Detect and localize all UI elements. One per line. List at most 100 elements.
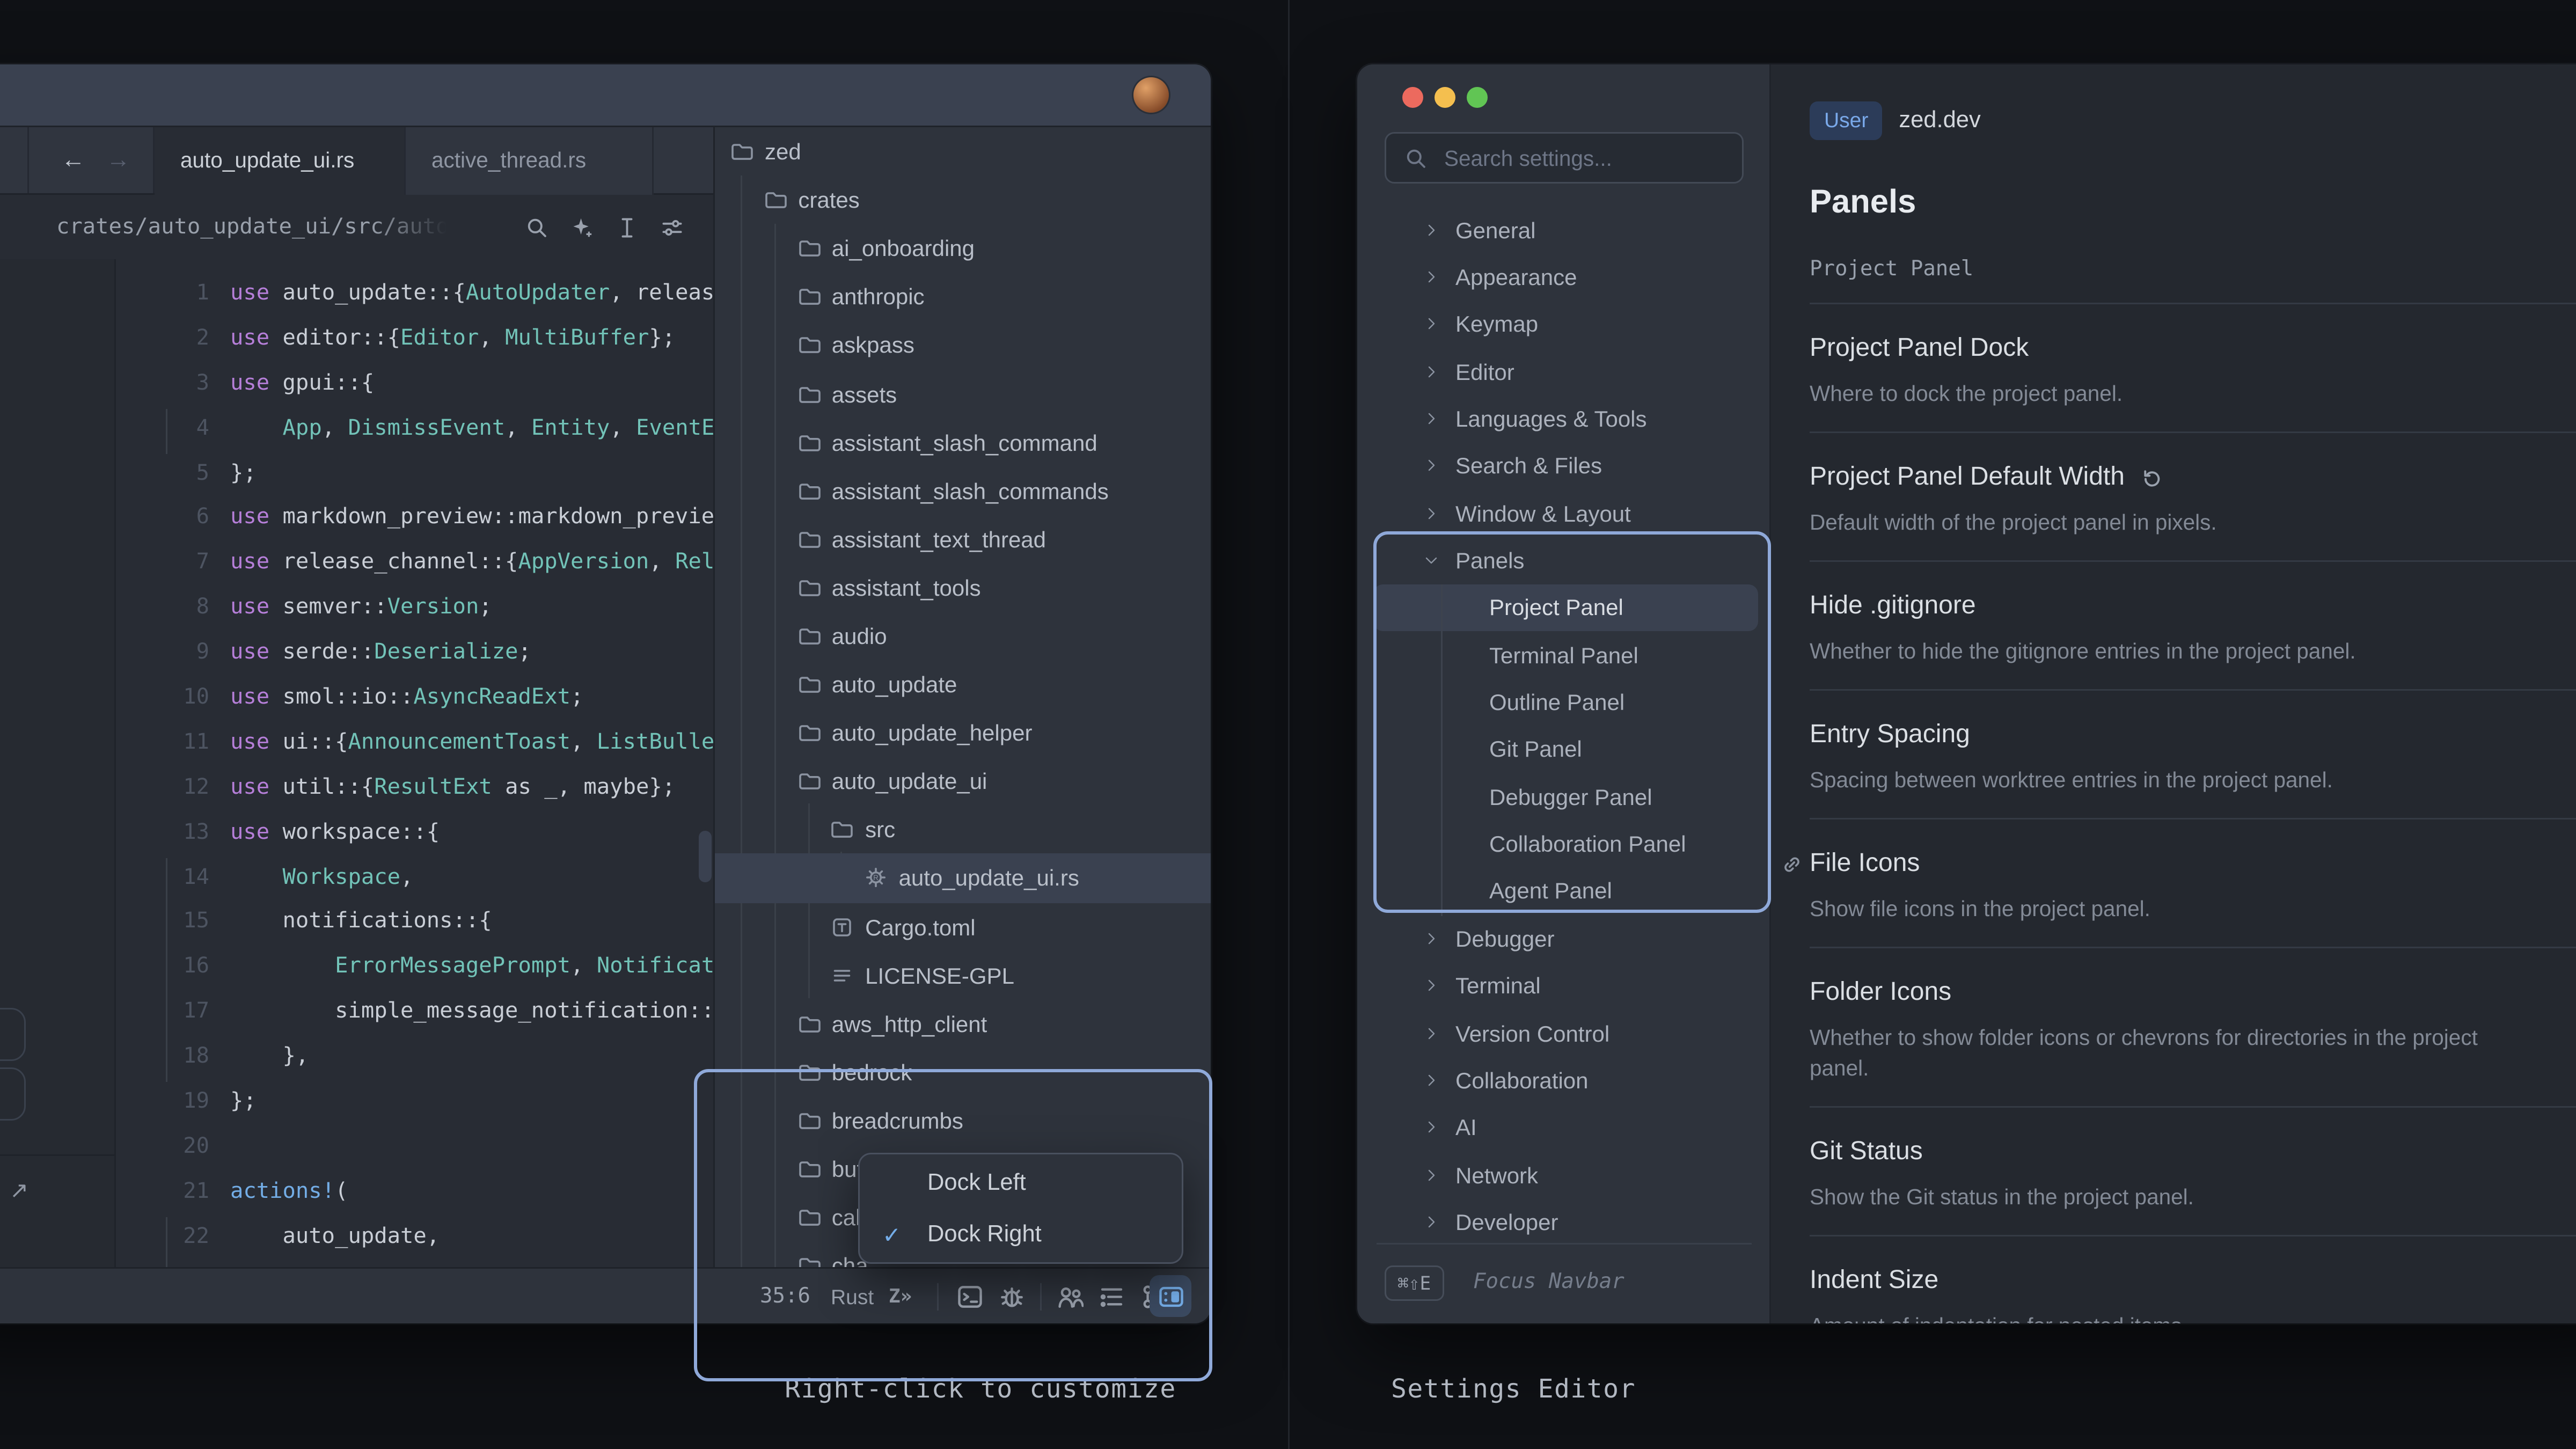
tree-item-anthropic[interactable]: anthropic [715, 273, 1211, 321]
nav-item-debugger[interactable]: Debugger [1357, 914, 1771, 962]
tree-item-assistant-text-thread[interactable]: assistant_text_thread [715, 515, 1211, 563]
project-panel-toggle[interactable] [1150, 1275, 1191, 1317]
editor-titlebar [0, 64, 1211, 127]
tree-item-aws-http-client[interactable]: aws_http_client [715, 999, 1211, 1048]
nav-item-agent-panel[interactable]: Agent Panel [1357, 867, 1771, 914]
chevron-right-icon [1425, 318, 1438, 331]
editor-tab[interactable]: auto_update_ui.rs [155, 127, 406, 195]
scope-value: zed.dev [1899, 108, 1980, 134]
nav-forward-icon[interactable]: → [106, 127, 130, 193]
nav-item-version-control[interactable]: Version Control [1357, 1009, 1771, 1057]
tree-item-license-gpl[interactable]: LICENSE-GPL [715, 951, 1211, 999]
edit-prediction-icon[interactable]: Z» [889, 1269, 912, 1323]
nav-item-terminal[interactable]: Terminal [1357, 962, 1771, 1009]
tree-item-label: assistant_slash_command [832, 429, 1097, 455]
zoom-button[interactable] [1466, 86, 1487, 107]
tree-item-assistant-slash-commands[interactable]: assistant_slash_commands [715, 466, 1211, 515]
filters-icon[interactable] [660, 215, 684, 239]
nav-item-label: Debugger [1455, 925, 1555, 951]
nav-item-collaboration[interactable]: Collaboration [1357, 1057, 1771, 1104]
nav-item-editor[interactable]: Editor [1357, 348, 1771, 395]
scope-badge[interactable]: User [1810, 101, 1883, 140]
folder-icon [798, 384, 821, 404]
tree-item-askpass[interactable]: askpass [715, 321, 1211, 369]
nav-item-terminal-panel[interactable]: Terminal Panel [1357, 631, 1771, 678]
divider [1040, 1283, 1042, 1311]
nav-item-label: Terminal [1455, 973, 1541, 999]
tree-item-auto-update-helper[interactable]: auto_update_helper [715, 708, 1211, 757]
tree-item-cargo-toml[interactable]: Cargo.toml [715, 903, 1211, 951]
bug-icon[interactable] [998, 1283, 1026, 1311]
search-input[interactable] [1441, 134, 1731, 182]
code-editor[interactable]: 1use auto_update::{AutoUpdater, release2… [116, 259, 713, 1267]
breadcrumb[interactable]: crates/auto_update_ui/src/auto [56, 195, 459, 259]
nav-item-project-panel[interactable]: Project Panel [1357, 584, 1771, 631]
editor-tab[interactable]: active_thread.rs [406, 127, 654, 195]
tree-item-auto-update[interactable]: auto_update [715, 660, 1211, 708]
link-icon[interactable] [1781, 853, 1803, 876]
nav-item-label: Collaboration Panel [1489, 831, 1686, 857]
nav-item-debugger-panel[interactable]: Debugger Panel [1357, 773, 1771, 820]
editor-body: ‥ ← → auto_update_ui.rsactive_thread.rs … [0, 127, 1211, 1267]
nav-item-ai[interactable]: AI [1357, 1104, 1771, 1151]
nav-item-window-layout[interactable]: Window & Layout [1357, 489, 1771, 537]
nav-item-label: AI [1455, 1115, 1477, 1140]
chevron-right-icon [1425, 459, 1438, 472]
tree-item-bedrock[interactable]: bedrock [715, 1048, 1211, 1096]
nav-item-developer[interactable]: Developer [1357, 1198, 1771, 1246]
nav-back-icon[interactable]: ← [61, 127, 85, 193]
tree-item-label: askpass [832, 332, 914, 358]
close-button[interactable] [1402, 86, 1423, 107]
nav-item-panels[interactable]: Panels [1357, 537, 1771, 584]
menu-item-dock-right[interactable]: ✓Dock Right [860, 1209, 1182, 1261]
indent-guide [165, 1217, 167, 1267]
outline-icon[interactable] [1098, 1283, 1125, 1311]
tab-overflow-button[interactable]: ‥ [0, 127, 29, 193]
code-line: 23 [ [116, 1260, 713, 1267]
nav-item-collaboration-panel[interactable]: Collaboration Panel [1357, 820, 1771, 867]
minimize-button[interactable] [1434, 86, 1455, 107]
collab-icon[interactable] [1056, 1283, 1084, 1311]
chevron-right-icon [1425, 932, 1438, 945]
reset-icon[interactable] [2139, 466, 2163, 491]
nav-item-network[interactable]: Network [1357, 1151, 1771, 1198]
search-icon [1404, 147, 1428, 171]
menu-item-dock-left[interactable]: Dock Left [860, 1158, 1182, 1209]
nav-item-label: Network [1455, 1162, 1538, 1188]
tree-item-ai-onboarding[interactable]: ai_onboarding [715, 224, 1211, 273]
tree-item-auto-update-ui[interactable]: auto_update_ui [715, 757, 1211, 806]
settings-sidebar: GeneralAppearanceKeymapEditorLanguages &… [1357, 64, 1771, 1323]
text-file-icon [831, 964, 854, 986]
folder-icon [731, 142, 753, 161]
nav-item-search-files[interactable]: Search & Files [1357, 442, 1771, 489]
focus-navbar-label: Focus Navbar [1473, 1265, 1624, 1301]
nav-item-outline-panel[interactable]: Outline Panel [1357, 678, 1771, 726]
tree-item-assistant-slash-command[interactable]: assistant_slash_command [715, 418, 1211, 466]
toolbar: crates/auto_update_ui/src/auto [0, 195, 713, 259]
code-line: 2use editor::{Editor, MultiBuffer}; [116, 317, 713, 362]
ibeam-icon[interactable] [615, 215, 639, 239]
sparkle-icon[interactable] [570, 215, 594, 239]
nav-item-general[interactable]: General [1357, 206, 1771, 253]
nav-item-keymap[interactable]: Keymap [1357, 301, 1771, 348]
menu-item-label: Dock Left [927, 1170, 1026, 1196]
code-line: 13use workspace::{ [116, 811, 713, 856]
nav-item-appearance[interactable]: Appearance [1357, 253, 1771, 301]
terminal-icon[interactable] [956, 1283, 984, 1311]
user-avatar[interactable] [1133, 77, 1169, 113]
language-selector[interactable]: Rust [831, 1269, 874, 1323]
nav-item-languages-tools[interactable]: Languages & Tools [1357, 395, 1771, 442]
tree-item-assets[interactable]: assets [715, 369, 1211, 418]
search-icon[interactable] [525, 215, 549, 239]
tree-item-zed[interactable]: zed [715, 127, 1211, 175]
scrollbar-thumb[interactable] [699, 831, 712, 882]
tree-item-breadcrumbs[interactable]: breadcrumbs [715, 1096, 1211, 1145]
nav-item-git-panel[interactable]: Git Panel [1357, 726, 1771, 773]
code-line: 8use semver::Version; [116, 587, 713, 632]
tree-item-auto-update-ui-rs[interactable]: Rauto_update_ui.rs [715, 854, 1211, 902]
tree-item-audio[interactable]: audio [715, 612, 1211, 660]
tree-item-src[interactable]: src [715, 806, 1211, 854]
cursor-position[interactable]: 35:6 [760, 1269, 810, 1323]
tree-item-crates[interactable]: crates [715, 175, 1211, 224]
tree-item-assistant-tools[interactable]: assistant_tools [715, 564, 1211, 612]
